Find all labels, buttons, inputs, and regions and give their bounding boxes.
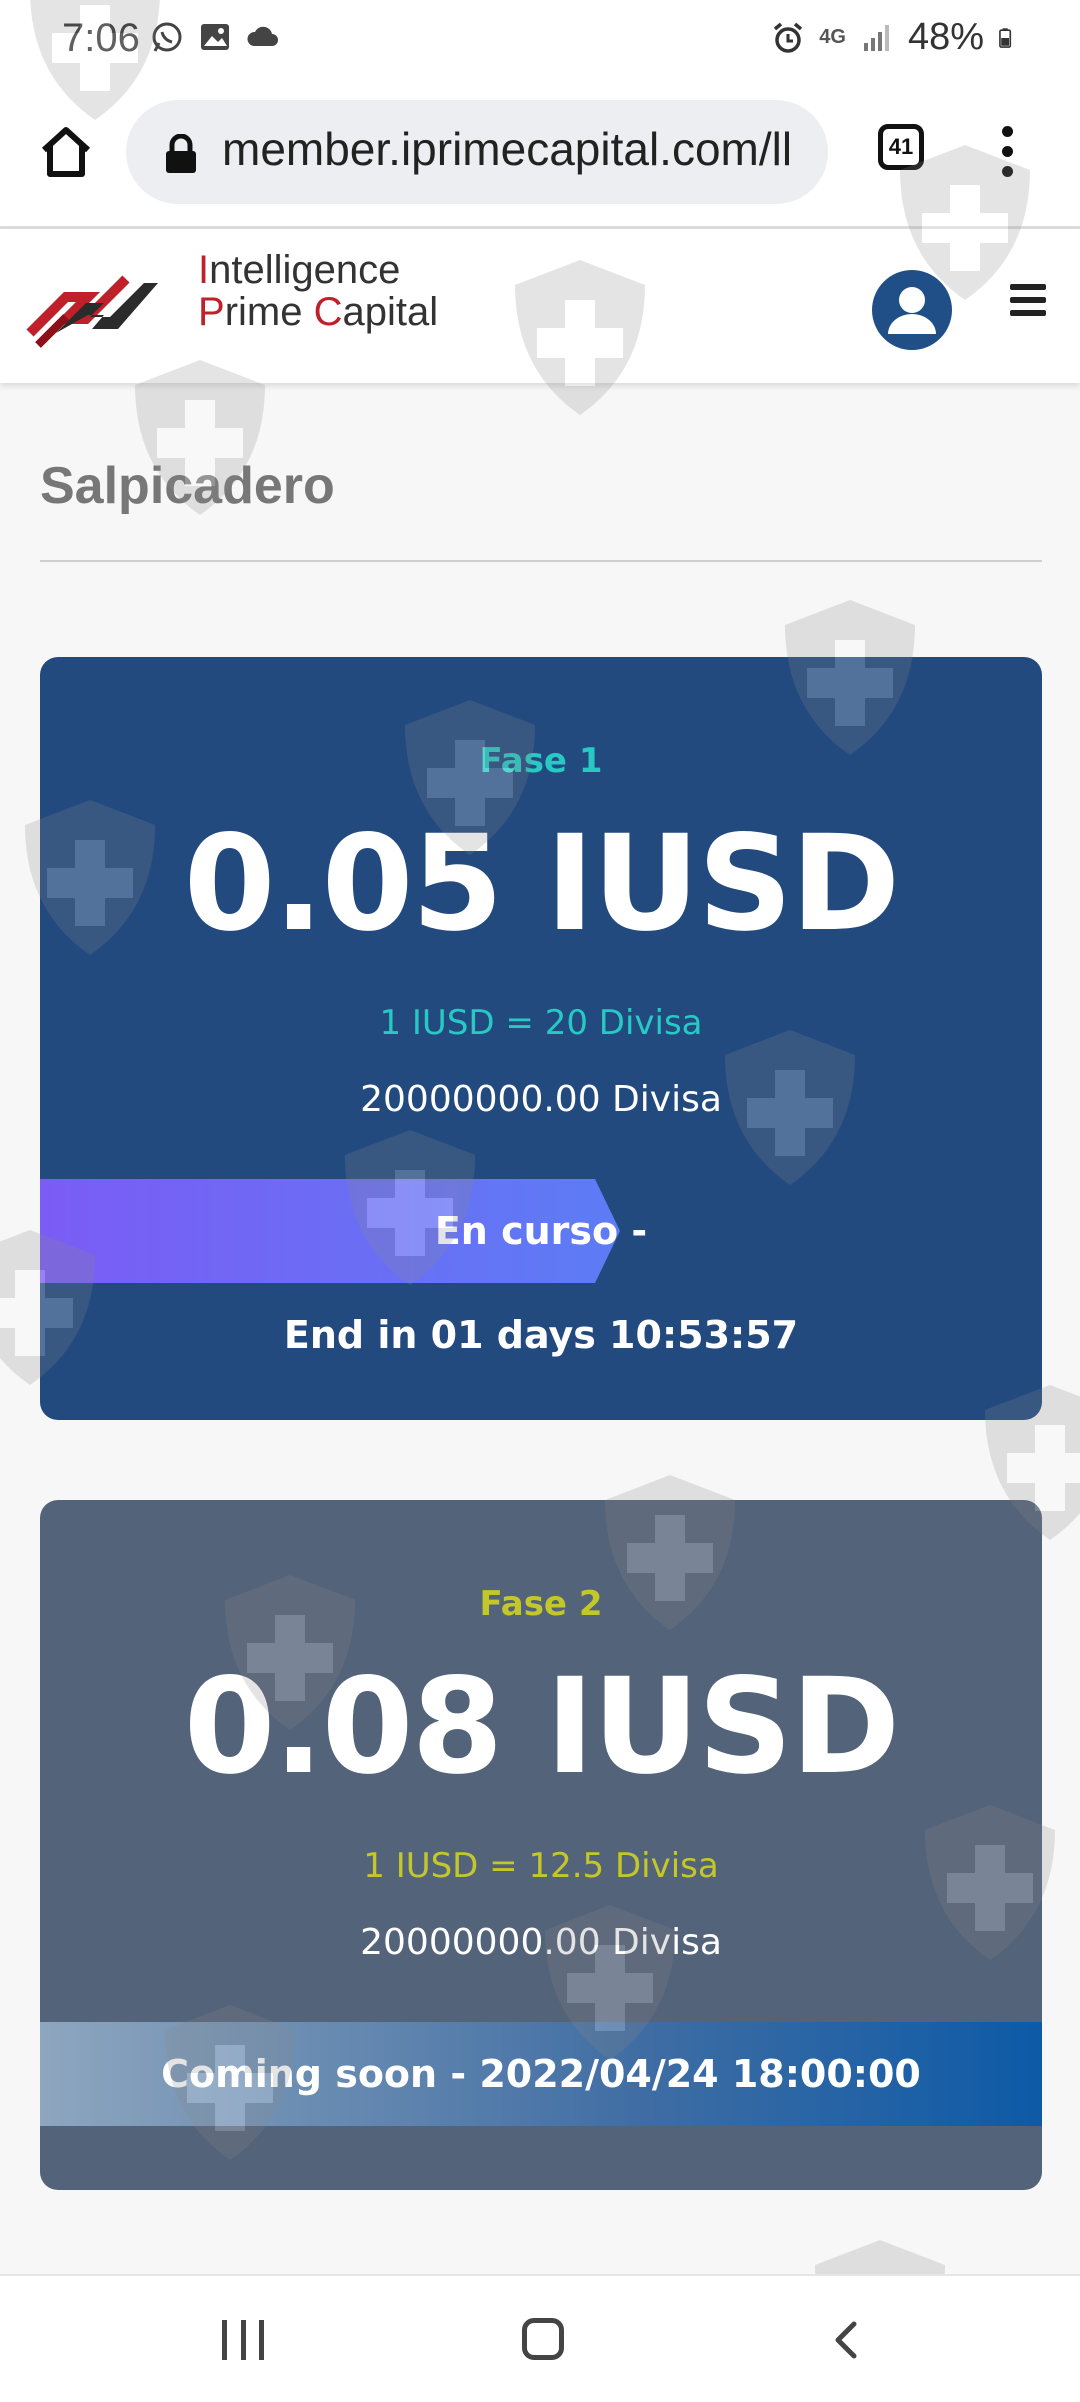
tab-count: 41	[888, 134, 914, 159]
hamburger-menu-icon[interactable]	[1010, 284, 1046, 320]
network-type: 4G	[819, 26, 846, 48]
page-title: Salpicadero	[40, 457, 335, 515]
url-text[interactable]: member.iprimecapital.com/ll	[222, 122, 812, 176]
user-icon	[888, 287, 936, 334]
system-nav-bar	[0, 2274, 1080, 2402]
title-divider	[40, 560, 1042, 562]
phase-supply: 20000000.00 Divisa	[360, 1922, 722, 1963]
phase-rate: 1 IUSD = 12.5 Divisa	[363, 1846, 719, 1886]
address-bar[interactable]: member.iprimecapital.com/ll	[126, 100, 828, 204]
phase-supply: 20000000.00 Divisa	[360, 1079, 722, 1120]
logo-line-1: Intelligence	[198, 248, 401, 292]
browser-toolbar: member.iprimecapital.com/ll 41	[0, 82, 1080, 229]
alarm-icon	[774, 22, 803, 53]
user-avatar-button[interactable]	[872, 270, 952, 350]
status-left-icons	[150, 20, 280, 54]
logo-mark-icon[interactable]	[26, 253, 196, 363]
logo-text[interactable]: Intelligence Prime Capital	[198, 249, 438, 333]
home-nav-icon[interactable]	[522, 2318, 564, 2360]
whatsapp-icon	[152, 22, 182, 52]
battery-percent: 48%	[907, 16, 984, 58]
battery-icon	[999, 27, 1012, 48]
phase-countdown: End in 01 days 10:53:57	[283, 1313, 799, 1357]
phase-status: En curso -	[434, 1209, 648, 1253]
recents-icon[interactable]	[222, 2320, 264, 2360]
phase-card-1: Fase 1 0.05 IUSD 1 IUSD = 20 Divisa 2000…	[40, 657, 1042, 1420]
site-header: Intelligence Prime Capital	[0, 229, 1080, 383]
phase-label: Fase 2	[479, 1584, 603, 1624]
status-bar: 7:06 4G 48%	[0, 0, 1080, 82]
signal-icon	[863, 24, 889, 51]
phase-price: 0.05 IUSD	[183, 807, 901, 961]
home-icon[interactable]	[36, 122, 96, 182]
gallery-icon	[201, 24, 229, 50]
cloud-icon	[247, 26, 278, 46]
status-right: 4G 48%	[771, 16, 1020, 59]
more-menu-icon[interactable]	[994, 120, 1020, 190]
phase-rate: 1 IUSD = 20 Divisa	[379, 1003, 703, 1043]
logo-line-2: Prime Capital	[198, 290, 439, 334]
phase-price: 0.08 IUSD	[183, 1650, 901, 1804]
back-icon[interactable]	[826, 2320, 866, 2360]
status-time: 7:06	[62, 16, 140, 60]
phase-status: Coming soon - 2022/04/24 18:00:00	[161, 2052, 921, 2096]
lock-icon	[166, 134, 196, 173]
phase-label: Fase 1	[479, 741, 603, 781]
phase-card-2: Fase 2 0.08 IUSD 1 IUSD = 12.5 Divisa 20…	[40, 1500, 1042, 2190]
tab-switcher-button[interactable]: 41	[878, 124, 924, 170]
